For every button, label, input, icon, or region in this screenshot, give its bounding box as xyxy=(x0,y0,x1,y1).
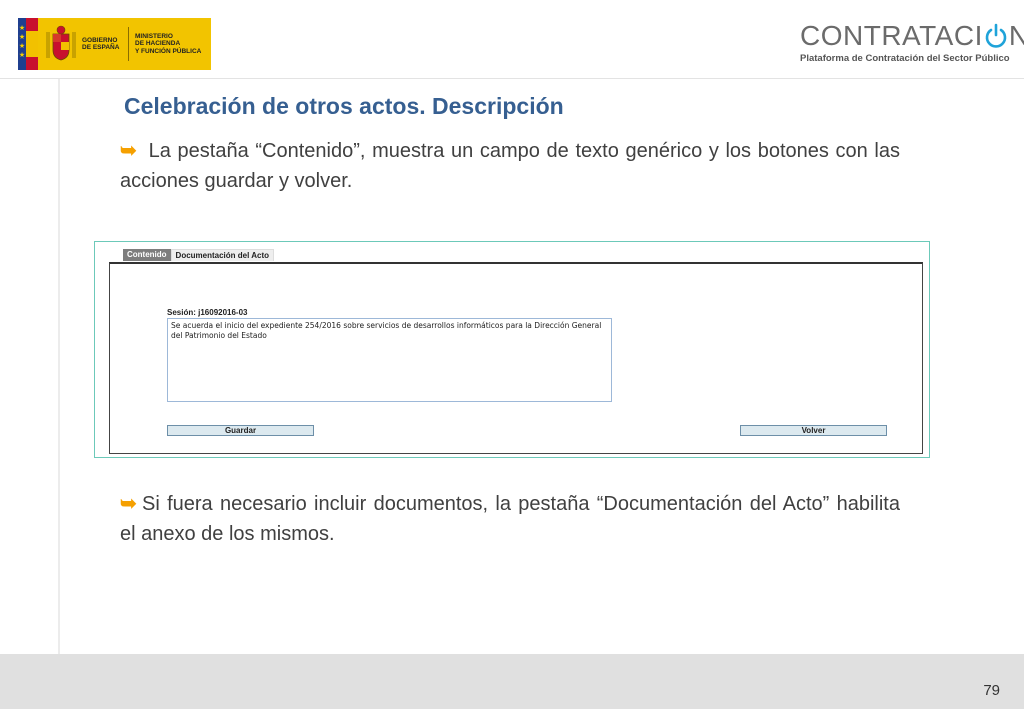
paragraph-1-text: La pestaña “Contenido”, muestra un campo… xyxy=(120,140,900,192)
contratacion-wordmark: CONTRATACI N xyxy=(800,20,1024,52)
paragraph-2-text: Si fuera necesario incluir documentos, l… xyxy=(120,493,900,545)
contratacion-logo: CONTRATACI N Plataforma de Contratación … xyxy=(800,20,1024,64)
orange-arrow-icon: ➥ xyxy=(120,140,137,162)
flag: ★ ★ ★ ★ xyxy=(18,18,38,70)
embedded-screenshot: Contenido Documentación del Acto Sesión:… xyxy=(94,241,930,458)
slide-title: Celebración de otros actos. Descripción xyxy=(124,93,564,119)
guardar-button[interactable]: Guardar xyxy=(167,425,314,436)
wordmark-suffix: N xyxy=(1008,20,1024,51)
coat-of-arms-icon xyxy=(46,25,76,61)
paragraph-documentacion: ➥ Si fuera necesario incluir documentos, … xyxy=(120,489,900,549)
gobierno-de-espana-logo: ★ ★ ★ ★ GOBIERNO DE ESPAÑA MINISTERIO DE HA… xyxy=(18,18,211,70)
tab-documentacion-del-acto[interactable]: Documentación del Acto xyxy=(170,249,275,261)
orange-arrow-icon: ➥ xyxy=(120,493,137,515)
tab-bar: Contenido Documentación del Acto xyxy=(123,249,275,261)
tab-contenido[interactable]: Contenido xyxy=(123,249,171,261)
power-icon xyxy=(984,22,1008,50)
page-number: 79 xyxy=(983,682,1000,699)
content-textarea[interactable]: Se acuerda el inicio del expediente 254/… xyxy=(167,318,612,402)
volver-button[interactable]: Volver xyxy=(740,425,887,436)
gobierno-text: GOBIERNO DE ESPAÑA xyxy=(82,36,120,52)
left-margin-rule xyxy=(58,79,60,654)
wordmark-prefix: CONTRATACI xyxy=(800,20,983,51)
logo-divider xyxy=(128,27,129,61)
gov-logo-panel: GOBIERNO DE ESPAÑA MINISTERIO DE HACIEND… xyxy=(38,18,211,70)
footer-band xyxy=(0,654,1024,709)
session-label: Sesión: j16092016-03 xyxy=(167,308,248,317)
contratacion-subtitle: Plataforma de Contratación del Sector Pú… xyxy=(800,53,1010,64)
eu-stars-strip: ★ ★ ★ ★ xyxy=(18,18,26,70)
header-divider xyxy=(0,78,1024,79)
paragraph-contenido: ➥ La pestaña “Contenido”, muestra un cam… xyxy=(120,136,900,196)
ministerio-text: MINISTERIO DE HACIENDA Y FUNCIÓN PÚBLICA xyxy=(135,32,202,55)
